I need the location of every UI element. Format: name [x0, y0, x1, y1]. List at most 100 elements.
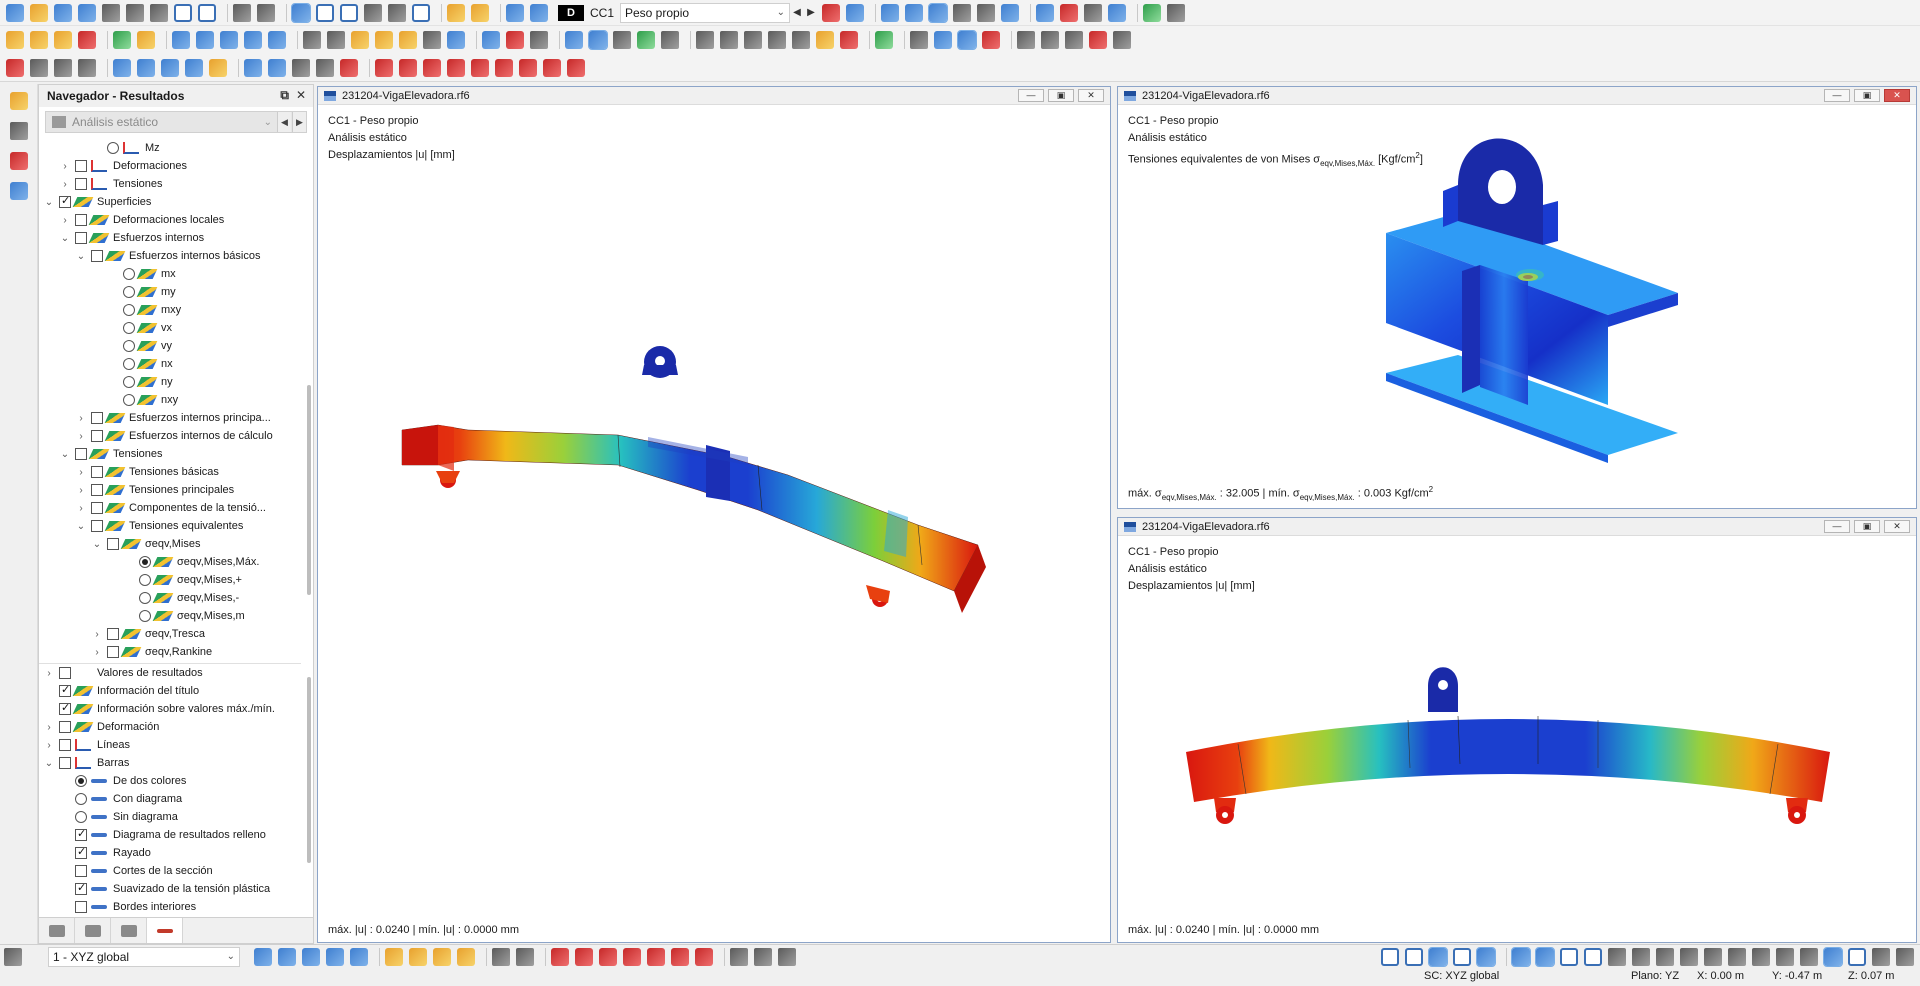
chevron-down-icon[interactable]: ⌄ — [43, 197, 55, 208]
guide-line-icon[interactable] — [303, 31, 321, 49]
calculate-icon[interactable] — [506, 3, 524, 22]
hatch-icon[interactable] — [768, 31, 786, 49]
move-icon[interactable] — [196, 31, 214, 49]
checkbox[interactable] — [107, 628, 119, 640]
box-icon[interactable] — [268, 31, 286, 49]
draw-rect-icon[interactable] — [647, 947, 665, 966]
support-tool-icon[interactable] — [78, 31, 96, 49]
section-view-icon[interactable] — [447, 31, 465, 49]
result-numbers-icon[interactable] — [953, 3, 971, 22]
view-zoom-icon[interactable] — [350, 947, 368, 966]
section-display-icon[interactable] — [744, 31, 762, 49]
tree-node[interactable]: Con diagrama — [39, 790, 301, 808]
tree-node[interactable]: σeqv,Mises,+ — [39, 571, 301, 589]
sections-icon[interactable] — [340, 3, 358, 22]
loads-icon[interactable] — [447, 3, 465, 22]
member-display-icon[interactable] — [696, 31, 714, 49]
tree-node[interactable]: nx — [39, 355, 301, 373]
checkbox[interactable] — [91, 484, 103, 496]
coordinates-icon[interactable] — [209, 58, 227, 77]
chevron-down-icon[interactable]: ⌄ — [75, 521, 87, 532]
tree-node[interactable]: mxy — [39, 301, 301, 319]
star-icon[interactable] — [543, 58, 561, 77]
checkbox[interactable] — [75, 160, 87, 172]
next-loadcase-icon[interactable]: ▶ — [804, 7, 818, 18]
filter-results-icon[interactable] — [977, 3, 995, 22]
chevron-right-icon[interactable]: › — [43, 668, 55, 679]
draw-cross-icon[interactable] — [671, 947, 689, 966]
chevron-right-icon[interactable]: › — [91, 629, 103, 640]
ortho-icon[interactable] — [375, 31, 393, 49]
dimension-mode-icon[interactable] — [730, 947, 748, 966]
scale-icon[interactable] — [292, 58, 310, 77]
delete-icon[interactable] — [1089, 31, 1107, 49]
image-icon[interactable] — [102, 3, 120, 22]
tab-data[interactable] — [39, 918, 75, 943]
tree-node[interactable]: › Componentes de la tensió... — [39, 499, 301, 517]
show-results-icon[interactable] — [881, 3, 899, 22]
axis-x-icon[interactable] — [113, 58, 131, 77]
tree-node[interactable]: › Esfuerzos internos principa... — [39, 409, 301, 427]
line-width-icon[interactable] — [268, 58, 286, 77]
tree-node[interactable]: › Valores de resultados — [39, 664, 301, 682]
parallel-icon[interactable] — [1680, 947, 1698, 966]
tree-node[interactable]: › Deformaciones locales — [39, 211, 301, 229]
checkbox[interactable] — [75, 178, 87, 190]
tree-node[interactable]: σeqv,Mises,m — [39, 607, 301, 625]
polyline-icon[interactable] — [423, 58, 441, 77]
checkbox[interactable] — [107, 646, 119, 658]
tree-node[interactable]: › Tensiones — [39, 175, 301, 193]
view-window-top-right[interactable]: 231204-VigaElevadora.rf6 — ▣ ✕ CC1 - Pes… — [1117, 86, 1917, 509]
tree-node[interactable]: Rayado — [39, 844, 301, 862]
tree-node[interactable]: Información sobre valores máx./mín. — [39, 700, 301, 718]
arc-snap-icon[interactable] — [1704, 947, 1722, 966]
checkbox[interactable] — [75, 232, 87, 244]
iso-view-icon[interactable] — [957, 30, 977, 50]
chevron-down-icon[interactable]: ⌄ — [75, 251, 87, 262]
snap-mode-icon[interactable] — [516, 947, 534, 966]
radio-button[interactable] — [123, 358, 135, 370]
brush-icon[interactable] — [10, 182, 28, 200]
maximize-button[interactable]: ▣ — [1048, 89, 1074, 102]
tree-node[interactable]: vx — [39, 319, 301, 337]
checkbox[interactable] — [91, 412, 103, 424]
view-top-icon[interactable] — [78, 58, 96, 77]
options-scrollbar[interactable] — [307, 677, 311, 863]
view-z-icon[interactable] — [326, 947, 344, 966]
tree-node[interactable]: Mz — [39, 139, 301, 157]
tree-node[interactable]: Diagrama de resultados relleno — [39, 826, 301, 844]
minimize-button[interactable]: — — [1824, 89, 1850, 102]
previous-loadcase-icon[interactable]: ◀ — [790, 7, 804, 18]
layer-icon[interactable] — [244, 58, 262, 77]
grid-icon[interactable] — [910, 31, 928, 49]
radio-button[interactable] — [123, 340, 135, 352]
extension-icon[interactable] — [1800, 947, 1818, 966]
checkbox[interactable] — [59, 683, 71, 697]
tree-node[interactable]: › Tensiones principales — [39, 481, 301, 499]
draw-star-icon[interactable] — [695, 947, 713, 966]
loadcase-selector[interactable]: D CC1 Peso propio ⌄ ◀ ▶ — [558, 2, 818, 23]
result-eye-icon[interactable] — [1036, 3, 1054, 22]
checkbox[interactable] — [75, 865, 87, 877]
model-icon[interactable] — [10, 92, 28, 110]
tree-node[interactable]: ⌄ Tensiones equivalentes — [39, 517, 301, 535]
square-icon[interactable] — [1560, 947, 1578, 966]
tree-node[interactable]: σeqv,Mises,Máx. — [39, 553, 301, 571]
rotate-icon[interactable] — [220, 31, 238, 49]
perpendicular-icon[interactable] — [1656, 947, 1674, 966]
funnel-icon[interactable] — [482, 31, 500, 49]
document-icon[interactable] — [198, 3, 216, 22]
view-results-icon[interactable] — [928, 2, 948, 23]
tables-icon[interactable] — [316, 3, 334, 22]
tree-node[interactable]: ⌄ Barras — [39, 754, 301, 772]
mirror-icon[interactable] — [244, 31, 262, 49]
close-icon[interactable]: ✕ — [296, 88, 306, 102]
tangent-icon[interactable] — [1752, 947, 1770, 966]
layout-split-icon[interactable] — [1848, 947, 1866, 966]
tab-views[interactable] — [111, 918, 147, 943]
render-wire-icon[interactable] — [530, 31, 548, 49]
chevron-right-icon[interactable]: › — [75, 467, 87, 478]
beam-displacement-3d-view[interactable] — [318, 105, 1110, 925]
view-3d-icon[interactable] — [30, 58, 48, 77]
script-icon[interactable] — [364, 3, 382, 22]
